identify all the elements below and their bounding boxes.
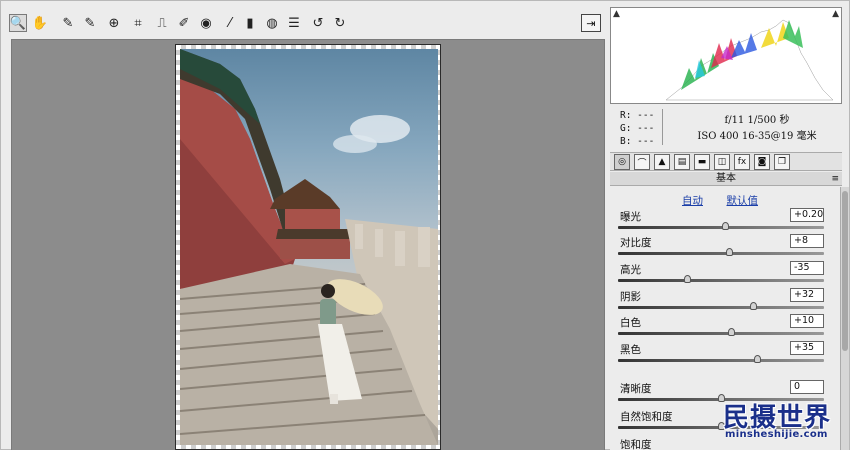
exposure-info: f/11 1/500 秒 bbox=[724, 115, 790, 126]
slider-label: 白色 bbox=[620, 317, 641, 329]
slider-thumb[interactable] bbox=[728, 328, 735, 336]
slider-label: 高光 bbox=[620, 264, 641, 276]
lens-info: ISO 400 16-35@19 毫米 bbox=[697, 131, 817, 142]
slider-track[interactable] bbox=[618, 306, 824, 309]
watermark: 民摄世界 minsheshijie.com bbox=[721, 393, 845, 447]
zoom-tool[interactable]: 🔍 bbox=[9, 14, 27, 32]
default-link[interactable]: 默认值 bbox=[727, 195, 759, 207]
panel-menu-icon[interactable]: ≡ bbox=[831, 172, 839, 186]
panel-title: 基本 bbox=[716, 173, 736, 184]
spot-removal-tool[interactable]: ✐ bbox=[175, 14, 193, 32]
panel-tabs: ◎ ⌒ ▲ ▤ ▬ ◫ fx ◙ ❐ bbox=[610, 152, 842, 171]
slider-value-field[interactable]: +8 bbox=[790, 234, 824, 248]
camera-settings: f/11 1/500 秒 ISO 400 16-35@19 毫米 bbox=[672, 113, 842, 145]
slider-value-field[interactable]: +32 bbox=[790, 288, 824, 302]
straighten-tool[interactable]: ⎍ bbox=[153, 14, 171, 32]
auto-link[interactable]: 自动 bbox=[682, 195, 703, 207]
slider-thumb[interactable] bbox=[750, 302, 757, 310]
scrollbar-thumb[interactable] bbox=[842, 191, 848, 351]
slider-track[interactable] bbox=[618, 226, 824, 229]
panel-header: 基本 ≡ bbox=[610, 172, 842, 186]
slider-thumb[interactable] bbox=[684, 275, 691, 283]
slider-value-field[interactable]: +35 bbox=[790, 341, 824, 355]
hsl-tab[interactable]: ▤ bbox=[674, 154, 690, 170]
crop-tool[interactable]: ⌗ bbox=[129, 14, 147, 32]
slider-label: 黑色 bbox=[620, 344, 641, 356]
preferences-tool[interactable]: ☰ bbox=[285, 14, 303, 32]
info-divider bbox=[662, 109, 663, 145]
slider-label: 对比度 bbox=[620, 237, 652, 249]
b-value: B: --- bbox=[620, 136, 655, 147]
slider-row: 阴影 +32 bbox=[618, 288, 824, 315]
rotate-right-tool[interactable]: ↻ bbox=[331, 14, 349, 32]
watermark-url: minsheshijie.com bbox=[725, 429, 828, 440]
camera-raw-window: 🔍 ✋ ✎ ✎ ⊕ ⌗ ⎍ ✐ ◉ ⁄ ▮ ◍ ☰ ↺ ↻ ⇥ ▲ ▲ R: -… bbox=[0, 0, 850, 450]
slider-thumb[interactable] bbox=[726, 248, 733, 256]
highlight-clipping-icon[interactable]: ▲ bbox=[832, 9, 839, 19]
slider-track[interactable] bbox=[618, 279, 824, 282]
auto-default-links: 自动 默认值 bbox=[610, 193, 830, 208]
histogram-graph bbox=[665, 19, 834, 101]
red-eye-tool[interactable]: ◉ bbox=[197, 14, 215, 32]
color-sampler-tool[interactable]: ✎ bbox=[81, 14, 99, 32]
slider-row: 白色 +10 bbox=[618, 314, 824, 341]
white-balance-tool[interactable]: ✎ bbox=[59, 14, 77, 32]
slider-row: 高光 -35 bbox=[618, 261, 824, 288]
slider-track[interactable] bbox=[618, 252, 824, 255]
slider-row: 对比度 +8 bbox=[618, 234, 824, 261]
slider-label: 清晰度 bbox=[620, 383, 652, 395]
hand-tool[interactable]: ✋ bbox=[31, 14, 49, 32]
slider-value-field[interactable]: +0.20 bbox=[790, 208, 824, 222]
slider-label: 自然饱和度 bbox=[620, 411, 673, 423]
slider-value-field[interactable]: +10 bbox=[790, 314, 824, 328]
camera-calibration-tab[interactable]: ◙ bbox=[754, 154, 770, 170]
g-value: G: --- bbox=[620, 123, 655, 134]
slider-value-field[interactable]: 0 bbox=[790, 380, 824, 394]
slider-label: 曝光 bbox=[620, 211, 641, 223]
open-preferences-icon[interactable]: ⇥ bbox=[581, 14, 601, 32]
split-toning-tab[interactable]: ▬ bbox=[694, 154, 710, 170]
adjustment-brush-tool[interactable]: ⁄ bbox=[221, 14, 239, 32]
tone-curve-tab[interactable]: ⌒ bbox=[634, 154, 650, 170]
slider-track[interactable] bbox=[618, 332, 824, 335]
lens-corrections-tab[interactable]: ◫ bbox=[714, 154, 730, 170]
slider-row: 黑色 +35 bbox=[618, 341, 824, 368]
targeted-adjustment-tool[interactable]: ⊕ bbox=[105, 14, 123, 32]
image-preview[interactable] bbox=[11, 39, 605, 450]
detail-tab[interactable]: ▲ bbox=[654, 154, 670, 170]
rotate-left-tool[interactable]: ↺ bbox=[309, 14, 327, 32]
histogram: ▲ ▲ bbox=[610, 7, 842, 104]
rgb-readout: R: --- G: --- B: --- bbox=[620, 109, 654, 148]
slider-row: 曝光 +0.20 bbox=[618, 208, 824, 235]
effects-tab[interactable]: fx bbox=[734, 154, 750, 170]
graduated-filter-tool[interactable]: ▮ bbox=[241, 14, 259, 32]
slider-label: 阴影 bbox=[620, 291, 641, 303]
slider-thumb[interactable] bbox=[722, 222, 729, 230]
photo-image bbox=[180, 49, 438, 445]
basic-tab[interactable]: ◎ bbox=[614, 154, 630, 170]
toolbar: 🔍 ✋ ✎ ✎ ⊕ ⌗ ⎍ ✐ ◉ ⁄ ▮ ◍ ☰ ↺ ↻ ⇥ bbox=[9, 11, 605, 37]
slider-label: 饱和度 bbox=[620, 439, 652, 450]
r-value: R: --- bbox=[620, 110, 655, 121]
photo bbox=[180, 49, 438, 445]
info-panel: R: --- G: --- B: --- f/11 1/500 秒 ISO 40… bbox=[610, 105, 842, 151]
photo-frame bbox=[175, 44, 441, 450]
slider-track[interactable] bbox=[618, 359, 824, 362]
slider-thumb[interactable] bbox=[754, 355, 761, 363]
slider-value-field[interactable]: -35 bbox=[790, 261, 824, 275]
radial-filter-tool[interactable]: ◍ bbox=[263, 14, 281, 32]
shadow-clipping-icon[interactable]: ▲ bbox=[613, 9, 620, 19]
presets-tab[interactable]: ❐ bbox=[774, 154, 790, 170]
